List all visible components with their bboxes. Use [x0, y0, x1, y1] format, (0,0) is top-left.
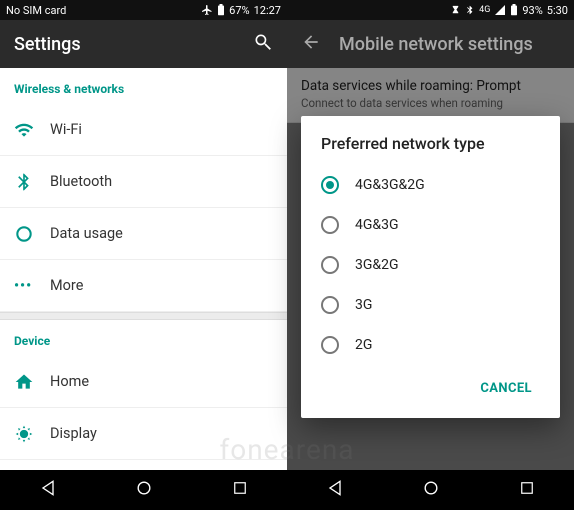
battery-text: 67% [229, 4, 249, 17]
timer-icon [450, 5, 461, 16]
airplane-icon [201, 4, 213, 16]
row-label: Data usage [50, 225, 123, 242]
row-wifi[interactable]: Wi-Fi [0, 104, 287, 156]
radio-option[interactable]: 2G [321, 325, 540, 365]
radio-option[interactable]: 4G&3G&2G [321, 165, 540, 205]
row-label: Home [50, 373, 89, 390]
app-bar-right: Mobile network settings [287, 20, 574, 68]
battery-icon [510, 4, 518, 16]
clock-text: 5:30 [547, 4, 568, 17]
nav-home-icon[interactable] [134, 478, 154, 502]
row-bluetooth[interactable]: Bluetooth [0, 156, 287, 208]
battery-text: 93% [522, 4, 542, 17]
dialog-title: Preferred network type [321, 134, 540, 153]
radio-label: 2G [355, 337, 372, 353]
right-screen: 4G 93% 5:30 Mobile network settings Data… [287, 0, 574, 510]
row-home[interactable]: Home [0, 356, 287, 408]
bluetooth-icon [14, 172, 50, 192]
status-bar-right: 4G 93% 5:30 [287, 0, 574, 20]
dialog-preferred-network: Preferred network type 4G&3G&2G 4G&3G 3G… [301, 116, 560, 418]
radio-label: 4G&3G&2G [355, 177, 425, 193]
row-data-usage[interactable]: Data usage [0, 208, 287, 260]
row-display[interactable]: Display [0, 408, 287, 460]
section-header-device: Device [0, 320, 287, 356]
nav-back-icon[interactable] [325, 478, 345, 502]
signal-icon [494, 4, 506, 16]
radio-circle-icon [321, 296, 339, 314]
radio-circle-icon [321, 176, 339, 194]
radio-option[interactable]: 3G&2G [321, 245, 540, 285]
radio-circle-icon [321, 256, 339, 274]
search-icon[interactable] [253, 32, 273, 56]
page-title: Mobile network settings [339, 34, 533, 55]
more-icon: ••• [14, 278, 50, 294]
radio-label: 3G [355, 297, 372, 313]
page-title: Settings [14, 34, 81, 55]
nav-bar-left [0, 470, 287, 510]
section-divider [0, 312, 287, 320]
left-screen: No SIM card 67% 12:27 Settings Wireless … [0, 0, 287, 510]
row-label: Wi-Fi [50, 121, 82, 138]
nav-bar-right [287, 470, 574, 510]
battery-icon [217, 4, 225, 16]
row-label: Bluetooth [50, 173, 112, 190]
section-header-wireless: Wireless & networks [0, 68, 287, 104]
network-text: 4G [479, 5, 490, 15]
radio-circle-icon [321, 216, 339, 234]
data-usage-icon [14, 224, 50, 244]
display-icon [14, 424, 50, 444]
clock-text: 12:27 [254, 4, 281, 17]
radio-option[interactable]: 3G [321, 285, 540, 325]
app-bar-left: Settings [0, 20, 287, 68]
nav-recent-icon[interactable] [231, 479, 249, 501]
home-icon [14, 372, 50, 392]
radio-circle-icon [321, 336, 339, 354]
radio-label: 4G&3G [355, 217, 399, 233]
row-more[interactable]: ••• More [0, 260, 287, 312]
row-label: Display [50, 425, 97, 442]
wifi-icon [14, 120, 50, 140]
row-label: More [50, 277, 83, 294]
radio-option[interactable]: 4G&3G [321, 205, 540, 245]
radio-label: 3G&2G [355, 257, 399, 273]
back-icon[interactable] [301, 32, 321, 56]
carrier-text: No SIM card [6, 4, 66, 17]
nav-recent-icon[interactable] [518, 479, 536, 501]
nav-home-icon[interactable] [421, 478, 441, 502]
bluetooth-icon [465, 4, 475, 16]
cancel-button[interactable]: CANCEL [472, 373, 540, 404]
status-bar-left: No SIM card 67% 12:27 [0, 0, 287, 20]
nav-back-icon[interactable] [38, 478, 58, 502]
